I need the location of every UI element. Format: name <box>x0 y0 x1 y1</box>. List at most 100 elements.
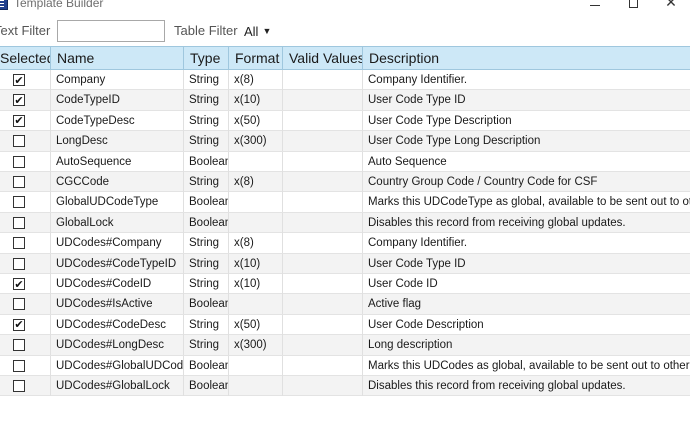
cell-format[interactable] <box>229 192 283 213</box>
cell-description[interactable]: Marks this UDCodes as global, available … <box>363 356 690 376</box>
selected-checkbox[interactable] <box>13 257 25 270</box>
maximize-button[interactable] <box>613 0 653 12</box>
column-header-valid-values[interactable]: Valid Values <box>283 47 363 69</box>
cell-type[interactable]: Boolean <box>184 151 229 172</box>
cell-type[interactable]: String <box>184 70 229 90</box>
table-row[interactable]: UDCodes#GlobalUDCodes Boolean Marks this U… <box>0 355 690 376</box>
column-header-type[interactable]: Type <box>184 47 229 69</box>
cell-description[interactable]: Long description <box>363 335 690 355</box>
selected-checkbox[interactable] <box>13 339 25 352</box>
cell-format[interactable]: x(10) <box>229 253 283 274</box>
cell-description[interactable]: User Code ID <box>363 274 690 294</box>
selected-checkbox[interactable] <box>13 135 25 148</box>
cell-name[interactable]: GlobalLock <box>51 212 184 233</box>
cell-valid-values[interactable] <box>283 253 363 274</box>
table-row[interactable]: AutoSequence Boolean Auto Sequence <box>0 151 690 172</box>
cell-valid-values[interactable] <box>283 294 363 315</box>
cell-name[interactable]: GlobalUDCodeType <box>51 192 184 213</box>
cell-name[interactable]: CodeTypeDesc <box>51 110 184 131</box>
table-row[interactable]: UDCodes#CodeTypeID String x(10) User Code T… <box>0 253 690 274</box>
cell-type[interactable]: Boolean <box>184 355 229 376</box>
cell-valid-values[interactable] <box>283 212 363 233</box>
cell-valid-values[interactable] <box>283 110 363 131</box>
cell-format[interactable]: x(10) <box>229 90 283 111</box>
selected-checkbox[interactable] <box>13 380 25 392</box>
table-row[interactable]: UDCodes#Company String x(8) Company Identif… <box>0 233 690 254</box>
column-header-format[interactable]: Format <box>229 47 283 69</box>
cell-format[interactable]: x(8) <box>229 233 283 254</box>
cell-name[interactable]: AutoSequence <box>51 151 184 172</box>
cell-type[interactable]: String <box>184 90 229 111</box>
selected-checkbox[interactable]: ✔ <box>13 278 25 290</box>
cell-description[interactable]: Disables this record from receiving glob… <box>363 376 690 396</box>
cell-format[interactable]: x(8) <box>229 70 283 90</box>
text-filter-input[interactable] <box>57 20 165 42</box>
selected-checkbox[interactable] <box>13 155 25 168</box>
cell-description[interactable]: Company Identifier. <box>363 233 690 253</box>
table-row[interactable]: LongDesc String x(300) User Code Type Long … <box>0 131 690 152</box>
cell-type[interactable]: String <box>184 253 229 274</box>
cell-format[interactable] <box>229 355 283 376</box>
cell-valid-values[interactable] <box>283 151 363 172</box>
cell-description[interactable]: Country Group Code / Country Code for CS… <box>363 172 690 192</box>
cell-valid-values[interactable] <box>283 314 363 335</box>
cell-type[interactable]: Boolean <box>184 294 229 315</box>
cell-name[interactable]: LongDesc <box>51 131 184 152</box>
cell-name[interactable]: UDCodes#GlobalUDCodes <box>51 355 184 376</box>
cell-valid-values[interactable] <box>283 335 363 356</box>
selected-checkbox[interactable] <box>13 298 25 311</box>
cell-valid-values[interactable] <box>283 192 363 213</box>
selected-checkbox[interactable] <box>13 176 25 188</box>
cell-name[interactable]: CodeTypeID <box>51 90 184 111</box>
cell-valid-values[interactable] <box>283 172 363 192</box>
cell-type[interactable]: Boolean <box>184 376 229 396</box>
cell-valid-values[interactable] <box>283 90 363 111</box>
selected-checkbox[interactable] <box>13 359 25 372</box>
table-row[interactable]: ✔ Company String x(8) Company Identifier. <box>0 70 690 91</box>
column-header-name[interactable]: Name <box>51 47 184 69</box>
cell-description[interactable]: Company Identifier. <box>363 70 690 90</box>
cell-description[interactable]: User Code Type ID <box>363 90 690 110</box>
table-row[interactable]: GlobalLock Boolean Disables this record fr… <box>0 212 690 234</box>
cell-type[interactable]: String <box>184 233 229 254</box>
cell-type[interactable]: String <box>184 172 229 192</box>
table-row[interactable]: ✔ CodeTypeID String x(10) User Code Type ID <box>0 90 690 111</box>
table-filter-dropdown[interactable]: All ▼ <box>244 22 271 40</box>
cell-name[interactable]: Company <box>51 70 184 90</box>
cell-valid-values[interactable] <box>283 355 363 376</box>
table-row[interactable]: UDCodes#LongDesc String x(300) Long descrip… <box>0 335 690 356</box>
cell-valid-values[interactable] <box>283 233 363 254</box>
cell-format[interactable]: x(8) <box>229 172 283 192</box>
cell-format[interactable] <box>229 212 283 233</box>
cell-name[interactable]: UDCodes#CodeDesc <box>51 314 184 335</box>
table-row[interactable]: UDCodes#GlobalLock Boolean Disables this r… <box>0 376 690 397</box>
cell-type[interactable]: String <box>184 335 229 356</box>
cell-type[interactable]: Boolean <box>184 192 229 213</box>
cell-description[interactable]: User Code Description <box>363 315 690 335</box>
cell-name[interactable]: UDCodes#Company <box>51 233 184 254</box>
selected-checkbox[interactable] <box>13 196 25 209</box>
minimize-button[interactable] <box>575 0 615 12</box>
cell-name[interactable]: UDCodes#CodeID <box>51 274 184 294</box>
cell-format[interactable] <box>229 151 283 172</box>
table-row[interactable]: ✔ CodeTypeDesc String x(50) User Code Type D… <box>0 110 690 132</box>
column-header-selected[interactable]: Selected <box>0 47 51 69</box>
selected-checkbox[interactable] <box>13 237 25 250</box>
cell-description[interactable]: Active flag <box>363 294 690 314</box>
cell-valid-values[interactable] <box>283 274 363 294</box>
cell-name[interactable]: UDCodes#LongDesc <box>51 335 184 356</box>
selected-checkbox[interactable]: ✔ <box>13 74 25 86</box>
cell-format[interactable]: x(50) <box>229 110 283 131</box>
selected-checkbox[interactable]: ✔ <box>13 318 25 331</box>
cell-format[interactable] <box>229 294 283 315</box>
cell-valid-values[interactable] <box>283 131 363 152</box>
cell-valid-values[interactable] <box>283 70 363 90</box>
cell-description[interactable]: Disables this record from receiving glob… <box>363 213 690 233</box>
cell-description[interactable]: User Code Type Long Description <box>363 131 690 151</box>
cell-format[interactable]: x(10) <box>229 274 283 294</box>
cell-valid-values[interactable] <box>283 376 363 396</box>
close-button[interactable]: ✕ <box>651 0 690 12</box>
cell-description[interactable]: Marks this UDCodeType as global, availab… <box>363 192 690 212</box>
selected-checkbox[interactable]: ✔ <box>13 94 25 107</box>
cell-type[interactable]: Boolean <box>184 212 229 233</box>
